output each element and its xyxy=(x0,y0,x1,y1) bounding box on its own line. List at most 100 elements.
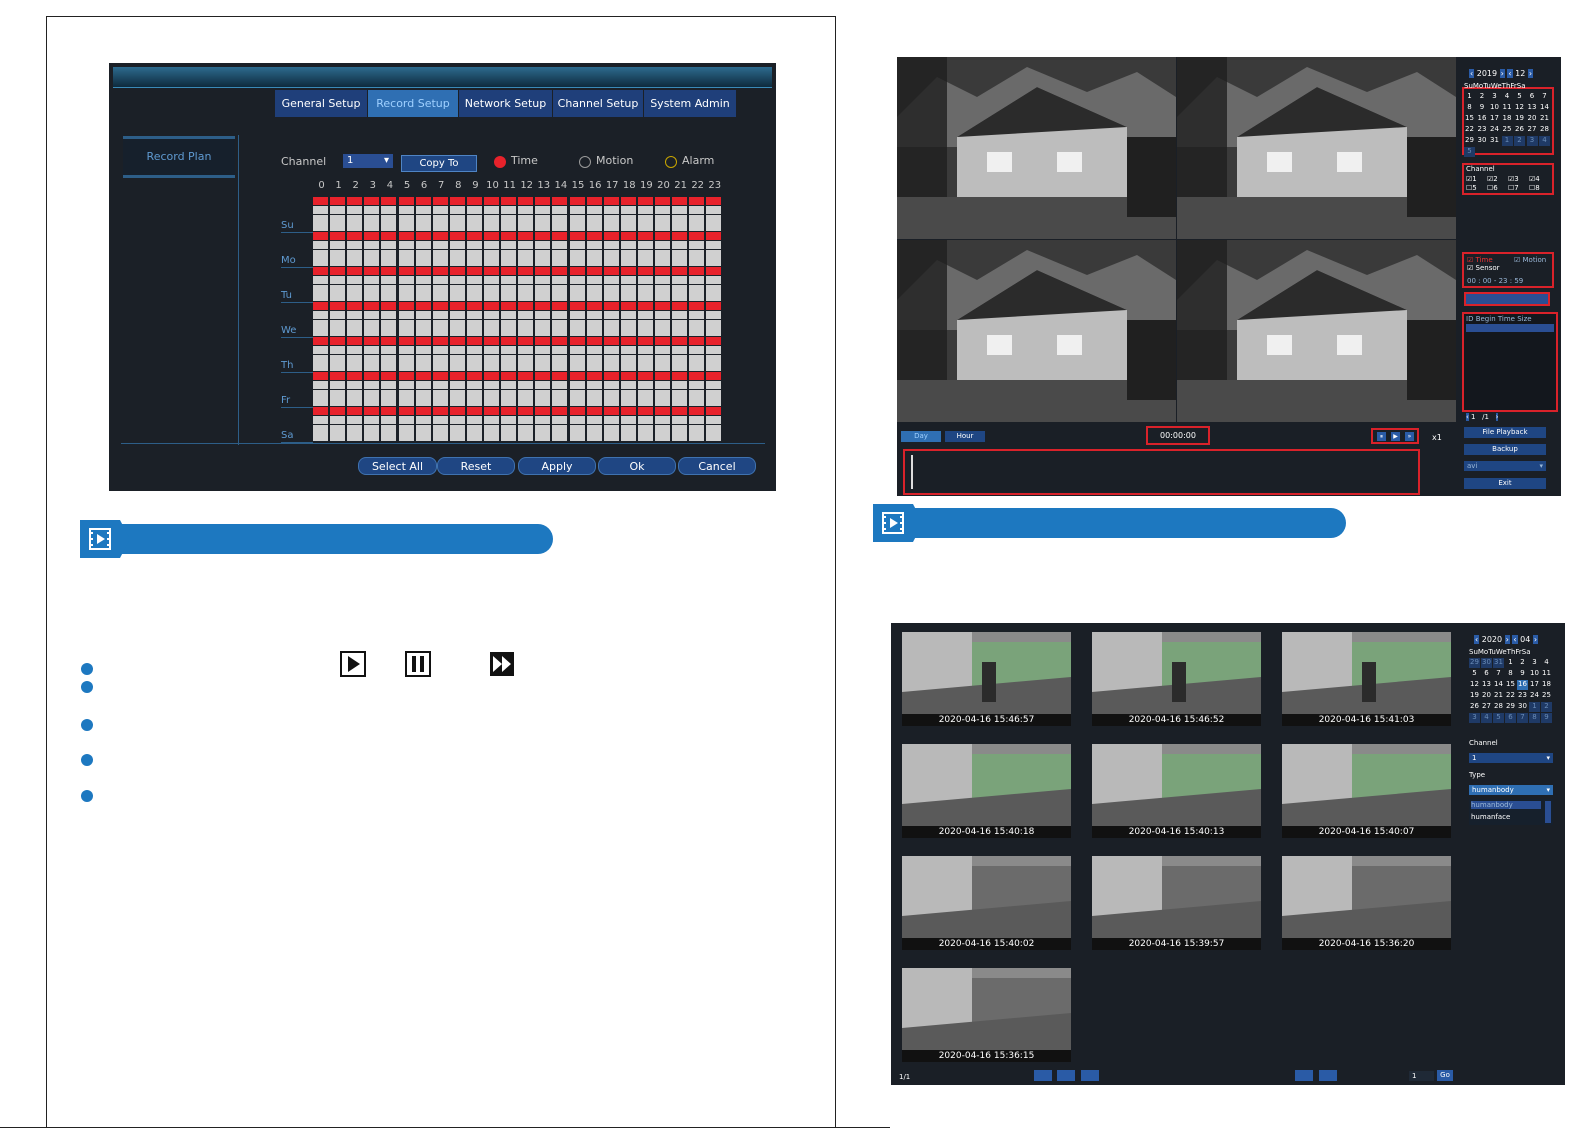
schedule-cell[interactable] xyxy=(706,223,722,232)
schedule-cell[interactable] xyxy=(501,284,517,293)
calendar-day[interactable]: 11 xyxy=(1502,103,1513,113)
schedule-cell[interactable] xyxy=(364,363,380,372)
schedule-cell[interactable] xyxy=(313,284,328,293)
schedule-cell[interactable] xyxy=(415,328,431,337)
next-page-icon[interactable]: › xyxy=(1495,413,1499,421)
channel-checkbox-4[interactable]: ☑4 xyxy=(1529,175,1540,183)
schedule-row[interactable] xyxy=(313,275,724,285)
schedule-cell[interactable] xyxy=(466,415,482,424)
schedule-cell[interactable] xyxy=(603,328,619,337)
calendar-day[interactable]: 7 xyxy=(1493,669,1504,679)
calendar-day[interactable]: 5 xyxy=(1469,669,1480,679)
schedule-cell[interactable] xyxy=(535,398,551,407)
schedule-cell[interactable] xyxy=(689,232,705,240)
schedule-cell[interactable] xyxy=(637,232,653,240)
schedule-cell[interactable] xyxy=(586,284,602,293)
schedule-cell[interactable] xyxy=(501,249,517,258)
schedule-cell[interactable] xyxy=(347,415,363,424)
schedule-cell[interactable] xyxy=(449,328,465,337)
schedule-cell[interactable] xyxy=(569,293,585,302)
schedule-cell[interactable] xyxy=(466,258,482,267)
schedule-cell[interactable] xyxy=(620,232,636,240)
schedule-cell[interactable] xyxy=(313,275,328,284)
schedule-cell[interactable] xyxy=(655,310,670,319)
schedule-cell[interactable] xyxy=(603,293,619,302)
schedule-cell[interactable] xyxy=(381,363,397,372)
schedule-cell[interactable] xyxy=(620,407,636,415)
schedule-cell[interactable] xyxy=(706,232,722,240)
schedule-cell[interactable] xyxy=(655,407,670,415)
schedule-cell[interactable] xyxy=(518,302,534,310)
schedule-cell[interactable] xyxy=(655,415,670,424)
schedule-cell[interactable] xyxy=(398,398,414,407)
schedule-cell[interactable] xyxy=(672,398,688,407)
exit-button[interactable]: Exit xyxy=(1464,478,1546,489)
schedule-cell[interactable] xyxy=(313,310,328,319)
schedule-cell[interactable] xyxy=(620,354,636,363)
schedule-cell[interactable] xyxy=(569,232,585,240)
calendar-day[interactable]: 23 xyxy=(1517,691,1528,701)
schedule-cell[interactable] xyxy=(432,354,448,363)
schedule-cell[interactable] xyxy=(415,197,431,205)
schedule-cell[interactable] xyxy=(501,214,517,223)
schedule-cell[interactable] xyxy=(330,372,346,380)
schedule-cell[interactable] xyxy=(706,319,722,328)
schedule-cell[interactable] xyxy=(484,354,499,363)
schedule-cell[interactable] xyxy=(398,337,414,345)
schedule-cell[interactable] xyxy=(569,354,585,363)
schedule-cell[interactable] xyxy=(569,310,585,319)
schedule-cell[interactable] xyxy=(655,389,670,398)
calendar-day[interactable]: 3 xyxy=(1469,713,1480,723)
calendar-day[interactable]: 8 xyxy=(1529,713,1540,723)
schedule-cell[interactable] xyxy=(466,337,482,345)
schedule-cell[interactable] xyxy=(364,433,380,442)
schedule-cell[interactable] xyxy=(637,328,653,337)
schedule-cell[interactable] xyxy=(620,398,636,407)
schedule-cell[interactable] xyxy=(347,275,363,284)
schedule-row[interactable] xyxy=(313,214,724,224)
schedule-cell[interactable] xyxy=(347,398,363,407)
schedule-cell[interactable] xyxy=(535,328,551,337)
schedule-cell[interactable] xyxy=(432,328,448,337)
schedule-cell[interactable] xyxy=(432,380,448,389)
schedule-cell[interactable] xyxy=(501,197,517,205)
schedule-cell[interactable] xyxy=(672,302,688,310)
schedule-cell[interactable] xyxy=(552,223,568,232)
schedule-cell[interactable] xyxy=(552,197,568,205)
calendar-day[interactable]: 15 xyxy=(1505,680,1516,690)
calendar-day[interactable]: 25 xyxy=(1541,691,1552,701)
radio-alarm[interactable] xyxy=(665,156,677,168)
calendar-day[interactable]: 3 xyxy=(1529,658,1540,668)
schedule-cell[interactable] xyxy=(655,433,670,442)
calendar-day[interactable]: 6 xyxy=(1481,669,1492,679)
schedule-cell[interactable] xyxy=(364,328,380,337)
schedule-cell[interactable] xyxy=(449,197,465,205)
schedule-cell[interactable] xyxy=(518,223,534,232)
schedule-cell[interactable] xyxy=(655,232,670,240)
calendar-day[interactable]: 26 xyxy=(1514,125,1525,135)
schedule-cell[interactable] xyxy=(620,223,636,232)
calendar-day[interactable]: 2 xyxy=(1517,658,1528,668)
snapshot-thumbnail[interactable]: 2020-04-16 15:39:57 xyxy=(1092,856,1261,950)
calendar-day[interactable]: 18 xyxy=(1541,680,1552,690)
next-year-icon[interactable]: › xyxy=(1504,635,1510,644)
schedule-cell[interactable] xyxy=(655,223,670,232)
schedule-cell[interactable] xyxy=(586,389,602,398)
schedule-cell[interactable] xyxy=(415,389,431,398)
schedule-cell[interactable] xyxy=(449,214,465,223)
calendar-day[interactable]: 20 xyxy=(1481,691,1492,701)
schedule-cell[interactable] xyxy=(552,345,568,354)
schedule-cell[interactable] xyxy=(672,197,688,205)
calendar-day[interactable]: 3 xyxy=(1489,92,1500,102)
schedule-cell[interactable] xyxy=(364,354,380,363)
schedule-cell[interactable] xyxy=(689,223,705,232)
schedule-row[interactable] xyxy=(313,372,724,381)
calendar-day[interactable]: 2 xyxy=(1514,136,1525,146)
schedule-cell[interactable] xyxy=(466,302,482,310)
schedule-cell[interactable] xyxy=(330,424,346,433)
channel-checkbox-2[interactable]: ☑2 xyxy=(1487,175,1498,183)
prev-button-2[interactable] xyxy=(1295,1070,1313,1081)
schedule-cell[interactable] xyxy=(620,424,636,433)
prev-month-icon[interactable]: ‹ xyxy=(1512,635,1518,644)
calendar-day[interactable]: 9 xyxy=(1517,669,1528,679)
